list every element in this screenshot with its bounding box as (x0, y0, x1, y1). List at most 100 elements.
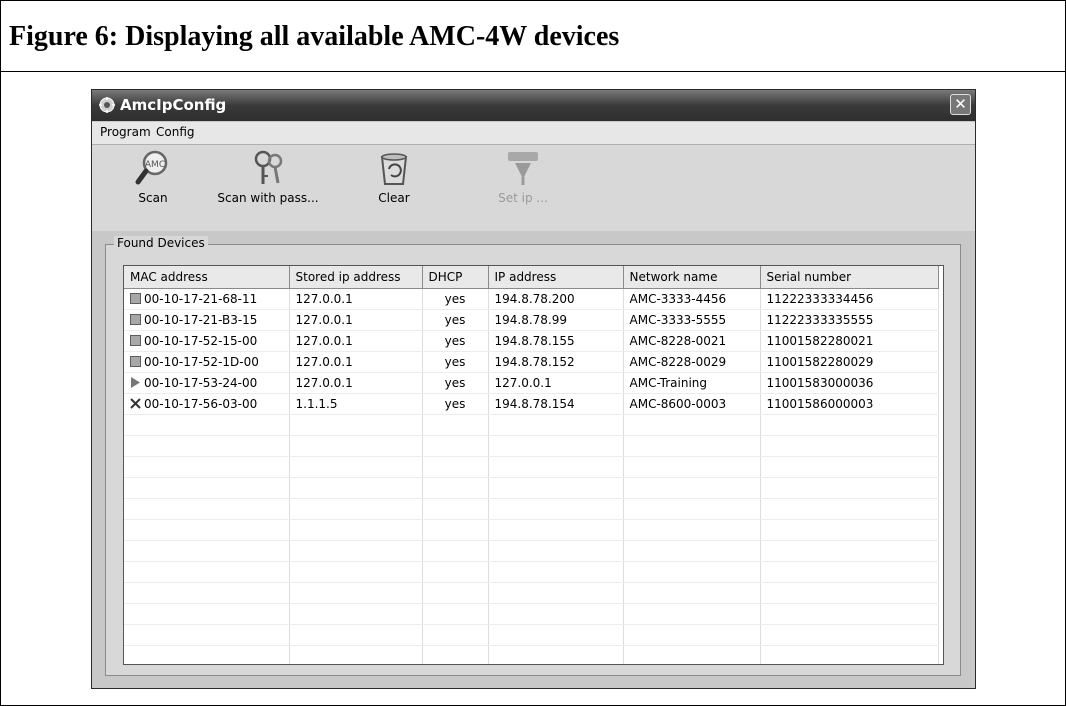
table-row[interactable]: 00-10-17-53-24-00 127.0.0.1 yes 127.0.0.1 AM… (124, 372, 939, 394)
ip-address-cell: 194.8.78.152 (488, 351, 624, 373)
table-row[interactable]: 00-10-17-56-03-00 1.1.1.5 yes 194.8.78.154 A… (124, 393, 939, 415)
empty-cell (124, 645, 290, 664)
empty-cell (289, 456, 423, 478)
empty-cell (760, 414, 939, 436)
column-header-ip-address[interactable]: IP address (488, 266, 624, 289)
stored-ip-cell-text: 127.0.0.1 (295, 313, 353, 327)
ip-address-cell-text: 194.8.78.200 (494, 292, 575, 306)
close-icon: ✕ (954, 95, 967, 113)
empty-cell (422, 477, 489, 499)
dhcp-cell-text: yes (444, 313, 466, 327)
serial-number-cell: 11001582280029 (760, 351, 939, 373)
dhcp-cell-text: yes (444, 376, 466, 390)
scan-label: Scan (138, 191, 168, 205)
device-status-icon (130, 335, 141, 346)
table-row[interactable]: 00-10-17-21-B3-15 127.0.0.1 yes 194.8.78.99… (124, 309, 939, 331)
menu-config[interactable]: Config (156, 125, 195, 139)
device-table: MAC address Stored ip address DHCP IP ad… (124, 266, 939, 664)
scan-button[interactable]: AMC Scan (118, 149, 188, 205)
mac-address-cell-text: 00-10-17-52-1D-00 (144, 355, 259, 369)
found-devices-group: Found Devices MAC address Stored ip addr… (105, 236, 961, 676)
empty-cell (488, 582, 624, 604)
stored-ip-cell: 1.1.1.5 (289, 393, 423, 415)
ip-address-cell: 194.8.78.155 (488, 330, 624, 352)
svg-text:AMC: AMC (145, 160, 165, 170)
scan-with-pass-button[interactable]: Scan with pass... (208, 149, 328, 205)
table-row[interactable]: 00-10-17-52-1D-00 127.0.0.1 yes 194.8.78.15… (124, 351, 939, 373)
empty-cell (488, 498, 624, 520)
empty-cell (124, 498, 290, 520)
clear-label: Clear (378, 191, 410, 205)
column-header-serial-number[interactable]: Serial number (760, 266, 939, 289)
mac-address-cell: 00-10-17-53-24-00 (124, 372, 290, 394)
dhcp-cell: yes (422, 330, 489, 352)
empty-row (124, 414, 939, 436)
empty-cell (289, 435, 423, 457)
empty-cell (623, 498, 761, 520)
stored-ip-cell: 127.0.0.1 (289, 309, 423, 331)
empty-cell (488, 519, 624, 541)
set-ip-label: Set ip ... (498, 191, 548, 205)
selected-arrow-icon (130, 377, 141, 388)
serial-number-cell-text: 11001582280021 (766, 334, 874, 348)
stored-ip-cell-text: 127.0.0.1 (295, 355, 353, 369)
empty-cell (623, 435, 761, 457)
clear-button[interactable]: Clear (364, 149, 424, 205)
empty-cell (124, 540, 290, 562)
found-devices-label: Found Devices (114, 236, 208, 250)
ip-address-cell: 194.8.78.99 (488, 309, 624, 331)
menu-bar: Program Config (92, 122, 975, 145)
ip-address-cell: 194.8.78.200 (488, 288, 624, 310)
menu-program[interactable]: Program (100, 125, 151, 139)
dhcp-cell: yes (422, 372, 489, 394)
column-header-network-name[interactable]: Network name (623, 266, 761, 289)
empty-row (124, 519, 939, 541)
empty-cell (488, 603, 624, 625)
set-ip-button[interactable]: Set ip ... (488, 149, 558, 205)
ip-address-cell: 127.0.0.1 (488, 372, 624, 394)
empty-cell (422, 624, 489, 646)
set-ip-icon (503, 149, 543, 187)
app-icon (98, 96, 116, 114)
empty-cell (289, 498, 423, 520)
network-name-cell: AMC-8228-0029 (623, 351, 761, 373)
empty-cell (422, 645, 489, 664)
empty-cell (289, 519, 423, 541)
empty-cell (488, 561, 624, 583)
title-bar[interactable]: AmcIpConfig ✕ (92, 90, 975, 121)
device-list[interactable]: MAC address Stored ip address DHCP IP ad… (123, 265, 944, 665)
column-header-dhcp[interactable]: DHCP (422, 266, 489, 289)
stored-ip-cell-text: 127.0.0.1 (295, 334, 353, 348)
empty-cell (289, 582, 423, 604)
table-row[interactable]: 00-10-17-21-68-11 127.0.0.1 yes 194.8.78.20… (124, 288, 939, 310)
close-button[interactable]: ✕ (950, 94, 971, 115)
empty-row (124, 645, 939, 664)
mac-address-cell-text: 00-10-17-56-03-00 (144, 397, 258, 411)
empty-row (124, 603, 939, 625)
serial-number-cell-text: 11001583000036 (766, 376, 874, 390)
empty-cell (422, 456, 489, 478)
empty-row (124, 582, 939, 604)
empty-cell (760, 624, 939, 646)
empty-cell (623, 540, 761, 562)
mac-address-cell: 00-10-17-21-68-11 (124, 288, 290, 310)
mac-address-cell-text: 00-10-17-53-24-00 (144, 376, 258, 390)
empty-cell (289, 414, 423, 436)
empty-cell (488, 624, 624, 646)
column-header-mac-address[interactable]: MAC address (124, 266, 290, 289)
empty-cell (289, 477, 423, 499)
empty-cell (623, 456, 761, 478)
column-header-stored-ip-address[interactable]: Stored ip address (289, 266, 423, 289)
empty-cell (124, 435, 290, 457)
serial-number-cell: 11001582280021 (760, 330, 939, 352)
serial-number-cell: 11222333335555 (760, 309, 939, 331)
mac-address-cell: 00-10-17-52-1D-00 (124, 351, 290, 373)
empty-cell (623, 624, 761, 646)
stored-ip-cell: 127.0.0.1 (289, 288, 423, 310)
empty-cell (623, 603, 761, 625)
dhcp-cell-text: yes (444, 397, 466, 411)
network-name-cell-text: AMC-8228-0029 (629, 355, 727, 369)
serial-number-cell: 11001586000003 (760, 393, 939, 415)
mac-address-cell-text: 00-10-17-52-15-00 (144, 334, 258, 348)
table-row[interactable]: 00-10-17-52-15-00 127.0.0.1 yes 194.8.78.15… (124, 330, 939, 352)
